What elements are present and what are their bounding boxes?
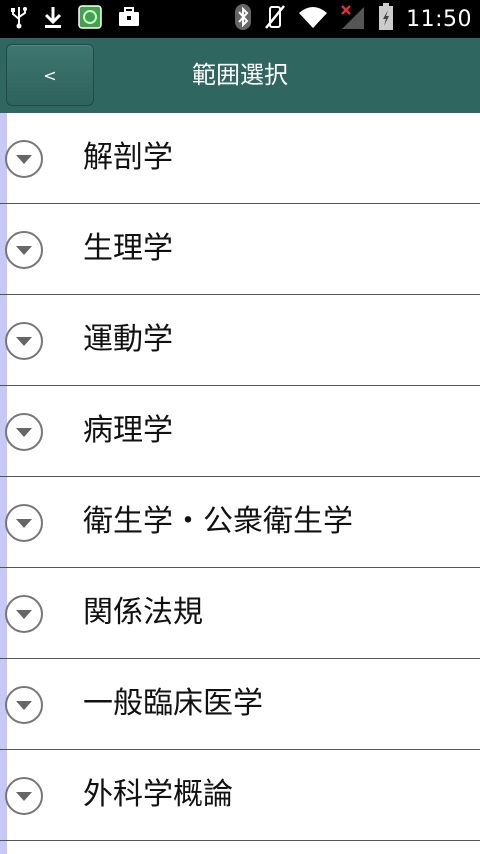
app-notification-icon [78,5,102,33]
list-item[interactable]: 運動学 [0,295,480,386]
battery-icon [378,3,394,35]
list-item-label: 一般臨床医学 [83,686,263,721]
list-item-label: 病理学 [83,413,173,448]
wifi-icon [298,5,328,33]
action-bar: < 範囲選択 [0,38,480,113]
expand-chevron-icon[interactable] [4,321,44,361]
expand-chevron-icon[interactable] [4,503,44,543]
vibrate-off-icon [264,4,286,34]
expand-chevron-icon[interactable] [4,594,44,634]
expand-chevron-icon[interactable] [4,139,44,179]
list-item-label: 生理学 [83,231,173,266]
list-item-label: 解剖学 [83,140,173,175]
status-bar: 11:50 [0,0,480,38]
list-item[interactable]: 生理学 [0,204,480,295]
category-list: 解剖学 生理学 運動学 病理学 衛生学・公衆衛生学 関係法規 一般臨床医学 外科… [0,113,480,854]
briefcase-icon [118,6,140,32]
list-item-label: 外科学概論 [83,777,233,812]
list-item[interactable]: 解剖学 [0,113,480,204]
signal-none-icon [340,4,366,34]
expand-chevron-icon[interactable] [4,412,44,452]
expand-chevron-icon[interactable] [4,776,44,816]
usb-icon [10,5,28,33]
list-item-label: 関係法規 [83,595,203,630]
download-icon [44,5,62,33]
expand-chevron-icon[interactable] [4,230,44,270]
back-button[interactable]: < [6,44,94,106]
list-item[interactable]: 外科学概論 [0,750,480,841]
list-item-label: 運動学 [83,322,173,357]
list-item[interactable]: 衛生学・公衆衛生学 [0,477,480,568]
notification-icons [10,5,140,33]
list-item-label: 衛生学・公衆衛生学 [83,504,353,539]
list-item[interactable]: 一般臨床医学 [0,659,480,750]
system-icons: 11:50 [234,3,472,35]
bluetooth-icon [234,3,252,35]
status-time: 11:50 [406,6,472,32]
expand-chevron-icon[interactable] [4,685,44,725]
list-item[interactable]: 病理学 [0,386,480,477]
list-item[interactable]: 関係法規 [0,568,480,659]
